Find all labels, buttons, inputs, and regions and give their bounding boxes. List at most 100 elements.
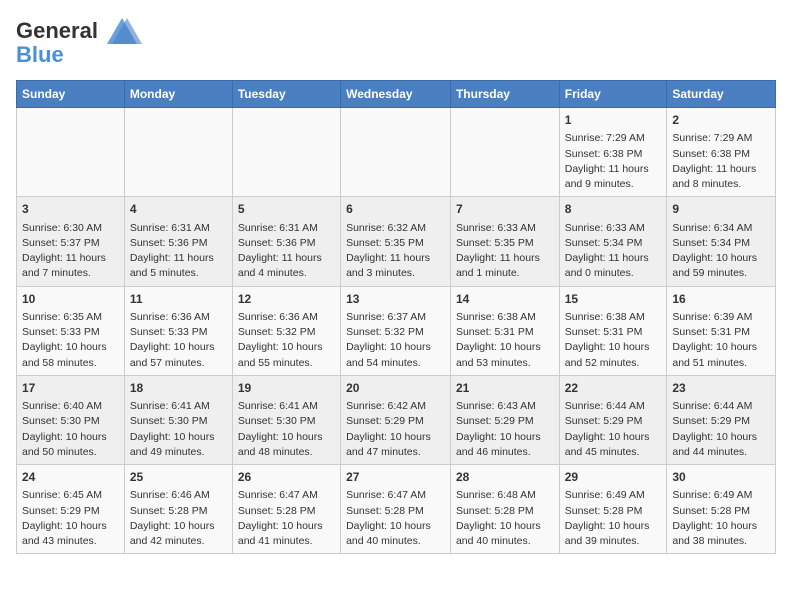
day-number: 14 bbox=[456, 291, 554, 308]
day-info: Sunset: 5:29 PM bbox=[22, 504, 119, 519]
calendar-cell: 30Sunrise: 6:49 AMSunset: 5:28 PMDayligh… bbox=[667, 465, 776, 554]
day-number: 28 bbox=[456, 469, 554, 486]
day-info: Sunrise: 6:43 AM bbox=[456, 399, 554, 414]
day-info: Sunset: 5:37 PM bbox=[22, 236, 119, 251]
day-info: Sunrise: 6:35 AM bbox=[22, 310, 119, 325]
calendar-week-3: 10Sunrise: 6:35 AMSunset: 5:33 PMDayligh… bbox=[17, 286, 776, 375]
day-info: Daylight: 11 hours and 0 minutes. bbox=[565, 251, 662, 281]
day-info: Sunrise: 6:38 AM bbox=[565, 310, 662, 325]
day-info: Sunset: 5:29 PM bbox=[456, 414, 554, 429]
day-info: Daylight: 10 hours and 57 minutes. bbox=[130, 340, 227, 370]
day-info: Sunset: 5:31 PM bbox=[456, 325, 554, 340]
calendar-cell: 4Sunrise: 6:31 AMSunset: 5:36 PMDaylight… bbox=[124, 197, 232, 286]
day-info: Daylight: 10 hours and 52 minutes. bbox=[565, 340, 662, 370]
weekday-header-monday: Monday bbox=[124, 81, 232, 108]
day-info: Daylight: 10 hours and 44 minutes. bbox=[672, 430, 770, 460]
day-info: Sunrise: 6:44 AM bbox=[672, 399, 770, 414]
day-info: Daylight: 11 hours and 9 minutes. bbox=[565, 162, 662, 192]
day-info: Sunrise: 6:36 AM bbox=[130, 310, 227, 325]
day-info: Sunset: 5:30 PM bbox=[22, 414, 119, 429]
logo-blue: Blue bbox=[16, 42, 64, 68]
day-number: 27 bbox=[346, 469, 445, 486]
day-info: Daylight: 11 hours and 4 minutes. bbox=[238, 251, 335, 281]
weekday-header-sunday: Sunday bbox=[17, 81, 125, 108]
calendar-cell: 21Sunrise: 6:43 AMSunset: 5:29 PMDayligh… bbox=[450, 375, 559, 464]
calendar-cell: 7Sunrise: 6:33 AMSunset: 5:35 PMDaylight… bbox=[450, 197, 559, 286]
weekday-header-saturday: Saturday bbox=[667, 81, 776, 108]
day-info: Sunset: 5:31 PM bbox=[565, 325, 662, 340]
day-info: Sunrise: 6:30 AM bbox=[22, 221, 119, 236]
calendar-cell: 29Sunrise: 6:49 AMSunset: 5:28 PMDayligh… bbox=[559, 465, 667, 554]
calendar-cell: 6Sunrise: 6:32 AMSunset: 5:35 PMDaylight… bbox=[341, 197, 451, 286]
day-info: Sunset: 5:36 PM bbox=[238, 236, 335, 251]
day-info: Sunrise: 6:36 AM bbox=[238, 310, 335, 325]
weekday-header-wednesday: Wednesday bbox=[341, 81, 451, 108]
day-number: 17 bbox=[22, 380, 119, 397]
day-info: Sunset: 5:36 PM bbox=[130, 236, 227, 251]
logo-icon bbox=[102, 16, 142, 46]
day-info: Sunrise: 6:33 AM bbox=[565, 221, 662, 236]
day-info: Sunrise: 6:41 AM bbox=[130, 399, 227, 414]
day-info: Sunset: 5:29 PM bbox=[672, 414, 770, 429]
day-info: Daylight: 10 hours and 54 minutes. bbox=[346, 340, 445, 370]
day-info: Sunset: 5:30 PM bbox=[238, 414, 335, 429]
day-info: Sunrise: 6:47 AM bbox=[346, 488, 445, 503]
day-number: 2 bbox=[672, 112, 770, 129]
day-number: 15 bbox=[565, 291, 662, 308]
day-info: Sunrise: 6:31 AM bbox=[238, 221, 335, 236]
day-info: Sunrise: 6:34 AM bbox=[672, 221, 770, 236]
day-info: Daylight: 11 hours and 5 minutes. bbox=[130, 251, 227, 281]
calendar-cell: 28Sunrise: 6:48 AMSunset: 5:28 PMDayligh… bbox=[450, 465, 559, 554]
day-info: Daylight: 10 hours and 43 minutes. bbox=[22, 519, 119, 549]
calendar-cell: 25Sunrise: 6:46 AMSunset: 5:28 PMDayligh… bbox=[124, 465, 232, 554]
calendar-cell: 16Sunrise: 6:39 AMSunset: 5:31 PMDayligh… bbox=[667, 286, 776, 375]
day-info: Daylight: 10 hours and 55 minutes. bbox=[238, 340, 335, 370]
calendar-cell bbox=[232, 108, 340, 197]
logo-general: General bbox=[16, 18, 98, 43]
day-info: Sunset: 5:28 PM bbox=[565, 504, 662, 519]
weekday-header-thursday: Thursday bbox=[450, 81, 559, 108]
calendar-cell: 20Sunrise: 6:42 AMSunset: 5:29 PMDayligh… bbox=[341, 375, 451, 464]
day-info: Sunset: 5:28 PM bbox=[672, 504, 770, 519]
day-info: Sunset: 5:34 PM bbox=[672, 236, 770, 251]
day-number: 18 bbox=[130, 380, 227, 397]
day-info: Sunset: 5:31 PM bbox=[672, 325, 770, 340]
day-info: Daylight: 10 hours and 50 minutes. bbox=[22, 430, 119, 460]
calendar-cell: 1Sunrise: 7:29 AMSunset: 6:38 PMDaylight… bbox=[559, 108, 667, 197]
day-info: Daylight: 10 hours and 51 minutes. bbox=[672, 340, 770, 370]
day-info: Sunset: 5:35 PM bbox=[346, 236, 445, 251]
calendar-cell bbox=[124, 108, 232, 197]
day-info: Sunrise: 6:38 AM bbox=[456, 310, 554, 325]
calendar-cell: 8Sunrise: 6:33 AMSunset: 5:34 PMDaylight… bbox=[559, 197, 667, 286]
day-number: 6 bbox=[346, 201, 445, 218]
weekday-header-tuesday: Tuesday bbox=[232, 81, 340, 108]
day-number: 19 bbox=[238, 380, 335, 397]
day-info: Sunrise: 6:32 AM bbox=[346, 221, 445, 236]
calendar-cell: 18Sunrise: 6:41 AMSunset: 5:30 PMDayligh… bbox=[124, 375, 232, 464]
calendar-week-1: 1Sunrise: 7:29 AMSunset: 6:38 PMDaylight… bbox=[17, 108, 776, 197]
day-number: 30 bbox=[672, 469, 770, 486]
day-info: Sunrise: 6:44 AM bbox=[565, 399, 662, 414]
day-number: 12 bbox=[238, 291, 335, 308]
calendar-body: 1Sunrise: 7:29 AMSunset: 6:38 PMDaylight… bbox=[17, 108, 776, 554]
day-info: Sunrise: 6:48 AM bbox=[456, 488, 554, 503]
day-info: Sunrise: 6:47 AM bbox=[238, 488, 335, 503]
day-info: Daylight: 10 hours and 46 minutes. bbox=[456, 430, 554, 460]
calendar-cell: 24Sunrise: 6:45 AMSunset: 5:29 PMDayligh… bbox=[17, 465, 125, 554]
day-info: Daylight: 10 hours and 59 minutes. bbox=[672, 251, 770, 281]
day-info: Sunset: 5:28 PM bbox=[130, 504, 227, 519]
calendar-table: SundayMondayTuesdayWednesdayThursdayFrid… bbox=[16, 80, 776, 554]
day-info: Sunrise: 6:49 AM bbox=[565, 488, 662, 503]
calendar-cell bbox=[17, 108, 125, 197]
day-info: Sunrise: 6:31 AM bbox=[130, 221, 227, 236]
day-info: Sunrise: 6:42 AM bbox=[346, 399, 445, 414]
calendar-cell: 23Sunrise: 6:44 AMSunset: 5:29 PMDayligh… bbox=[667, 375, 776, 464]
calendar-cell: 5Sunrise: 6:31 AMSunset: 5:36 PMDaylight… bbox=[232, 197, 340, 286]
day-number: 3 bbox=[22, 201, 119, 218]
day-number: 24 bbox=[22, 469, 119, 486]
day-info: Daylight: 11 hours and 8 minutes. bbox=[672, 162, 770, 192]
day-info: Sunrise: 7:29 AM bbox=[565, 131, 662, 146]
day-info: Sunset: 5:28 PM bbox=[346, 504, 445, 519]
weekday-header-friday: Friday bbox=[559, 81, 667, 108]
day-info: Sunset: 5:34 PM bbox=[565, 236, 662, 251]
